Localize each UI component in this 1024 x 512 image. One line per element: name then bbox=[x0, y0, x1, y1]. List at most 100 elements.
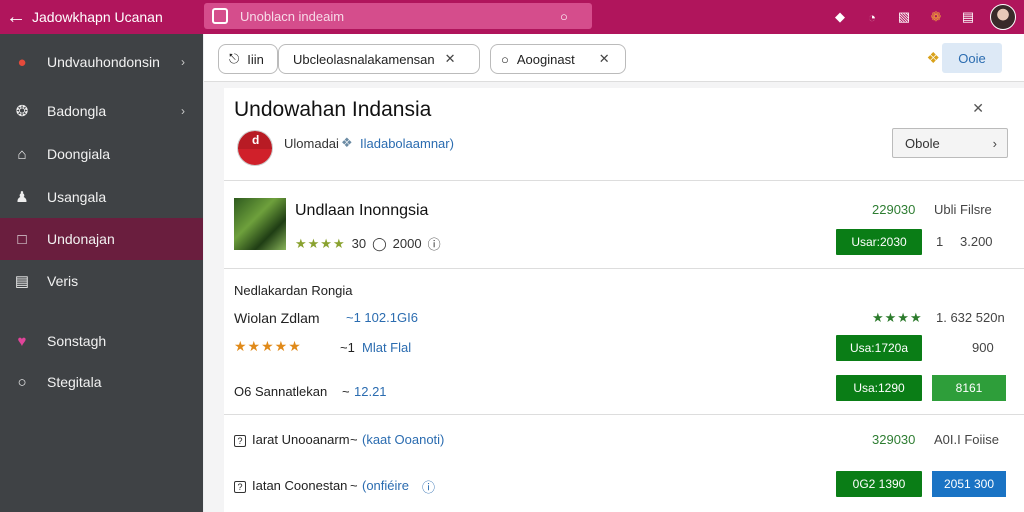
filter-chip-value: Ubcleolasnalakamensan bbox=[293, 51, 435, 67]
chrome-logo-icon: ● bbox=[17, 53, 27, 71]
tag-icon[interactable]: ◆ bbox=[830, 7, 850, 27]
offer-row-4-price: 329030 bbox=[872, 432, 916, 447]
offer-row-3-sep: ~ bbox=[342, 384, 350, 399]
done-button[interactable]: Ooie bbox=[942, 43, 1002, 73]
buy-button[interactable]: Usar:2030 bbox=[836, 229, 922, 255]
chevron-right-icon: › bbox=[992, 135, 997, 151]
sidebar-item-label: Sonstagh bbox=[47, 333, 107, 349]
sidebar-item-0[interactable]: ● Undvauhondonsin › bbox=[0, 41, 203, 83]
filter-chip-value: Aooginast bbox=[516, 51, 575, 67]
offer-row-2-stars: ★★★★★ bbox=[234, 338, 302, 354]
sidebar-item-1[interactable]: ❂ Badongla › bbox=[0, 90, 203, 132]
shield-icon: ◯ bbox=[372, 235, 387, 251]
open-button-label: Obole bbox=[905, 135, 940, 151]
sidebar-item-5[interactable]: ▤ Veris bbox=[0, 260, 203, 302]
info-icon[interactable]: ⓘ bbox=[422, 477, 435, 496]
offer-row-1-name: Wiolan Zdlam bbox=[234, 310, 320, 326]
divider bbox=[224, 180, 1024, 181]
offer-row-4: ? Iarat Unooanarm bbox=[234, 432, 350, 447]
offer-row-3-secondary-button[interactable]: 8161 bbox=[932, 375, 1006, 401]
search-bar[interactable]: ○ bbox=[204, 3, 592, 29]
document-icon[interactable]: ▤ bbox=[958, 7, 978, 27]
search-input[interactable] bbox=[240, 8, 560, 24]
sidebar: ● Undvauhondonsin › ❂ Badongla › ⌂ Doong… bbox=[0, 34, 203, 512]
sidebar-item-6[interactable]: ♥ Sonstagh bbox=[0, 320, 203, 362]
offer-row-4-value: A0I.I Foiise bbox=[934, 432, 1000, 447]
rating-count: 30 bbox=[351, 236, 367, 251]
card-icon: ▤ bbox=[14, 273, 30, 290]
offer-row-4-name: Iarat Unooanarm bbox=[252, 432, 350, 447]
divider bbox=[224, 414, 1024, 415]
mic-icon[interactable]: ○ bbox=[560, 9, 568, 24]
offers-header: Nedlakardan Rongia bbox=[234, 283, 353, 298]
brand-logo bbox=[237, 130, 273, 166]
sidebar-item-label: Usangala bbox=[47, 189, 107, 205]
rating-stars: ★★★★ bbox=[295, 235, 346, 251]
rating-extra: 2000 bbox=[392, 236, 422, 251]
app-title: Jadowkhapn Ucanan bbox=[32, 9, 163, 25]
sidebar-item-7[interactable]: ○ Stegitala bbox=[0, 361, 203, 403]
quantity-value: 3.200 bbox=[960, 234, 993, 249]
product-meta: ★★★★ 30 ◯ 2000 ⓘ bbox=[295, 234, 441, 253]
info-icon[interactable]: ⓘ bbox=[428, 234, 441, 253]
product-panel: Undowahan Indansia ✕ Ulomadai ❖ Iladabol… bbox=[224, 88, 1024, 512]
close-icon[interactable]: ✕ bbox=[445, 51, 456, 67]
sidebar-item-4[interactable]: □ Undonajan bbox=[0, 218, 203, 260]
document-icon: ? bbox=[234, 481, 246, 493]
diamond-icon: ❖ bbox=[341, 135, 353, 150]
divider bbox=[224, 268, 1024, 269]
price-label: Ubli Filsre bbox=[934, 202, 992, 217]
page-title: Undowahan Indansia bbox=[234, 98, 432, 121]
offer-row-5-link[interactable]: (onfiéire bbox=[362, 478, 409, 493]
feather-icon: ❂ bbox=[15, 103, 29, 120]
offer-row-2-buy-button[interactable]: Usa:1720a bbox=[836, 335, 922, 361]
filter-chip-1[interactable]: ⎋ Iiin bbox=[218, 44, 278, 74]
clock-icon[interactable]: ◔ bbox=[862, 7, 882, 27]
offer-row-5-name: Iatan Coonestan bbox=[252, 478, 348, 493]
offer-row-1-stars: ★★★★ bbox=[872, 310, 923, 325]
sidebar-item-3[interactable]: ♟ Usangala bbox=[0, 176, 203, 218]
offer-row-3-link[interactable]: 12.21 bbox=[354, 384, 387, 399]
key-icon[interactable]: ❖ bbox=[927, 49, 940, 67]
offer-row-3-buy-button[interactable]: Usa:1290 bbox=[836, 375, 922, 401]
home-icon: ⌂ bbox=[17, 145, 27, 163]
filter-chip-2[interactable]: Ubcleolasnalakamensan ✕ bbox=[278, 44, 480, 74]
sidebar-item-label: Stegitala bbox=[47, 374, 102, 390]
offer-row-4-sep: ~ bbox=[350, 432, 358, 447]
product-image bbox=[234, 198, 286, 250]
sidebar-item-label: Undonajan bbox=[47, 231, 115, 247]
quantity-number: 1 bbox=[936, 234, 944, 249]
square-icon: □ bbox=[17, 230, 27, 248]
open-button[interactable]: Obole › bbox=[892, 128, 1008, 158]
offer-row-5-buy-button[interactable]: 0G2 1390 bbox=[836, 471, 922, 497]
avatar[interactable] bbox=[990, 4, 1016, 30]
top-icons: ◆ ◔ ▧ ❁ ▤ bbox=[830, 4, 1016, 30]
offer-row-3-name: O6 Sannatlekan bbox=[234, 384, 328, 399]
offer-row-1-link[interactable]: ~1 102.1GI6 bbox=[346, 310, 418, 325]
product-title: Undlaan Inonngsia bbox=[295, 202, 429, 219]
filter-chip-label: Iiin bbox=[247, 51, 264, 67]
card-icon[interactable]: ▧ bbox=[894, 7, 914, 27]
offer-row-5-secondary-button[interactable]: 2051 300 bbox=[932, 471, 1006, 497]
circle-icon: ○ bbox=[17, 373, 27, 391]
offer-row-2-link[interactable]: Mlat Flal bbox=[362, 340, 411, 355]
extension-icon[interactable]: ❁ bbox=[926, 7, 946, 27]
link-icon: ⎋ bbox=[229, 51, 240, 66]
subtitle-link[interactable]: Iladabolaamnar) bbox=[360, 136, 454, 151]
heart-icon: ♥ bbox=[17, 332, 27, 350]
chevron-right-icon: › bbox=[181, 55, 185, 69]
filter-chip-3[interactable]: ○ Aooginast ✕ bbox=[490, 44, 626, 74]
sidebar-item-label: Badongla bbox=[47, 103, 107, 119]
offer-row-4-link[interactable]: (kaat Ooanoti) bbox=[362, 432, 444, 447]
offer-row-2-num: ~1 bbox=[340, 340, 355, 355]
sidebar-item-2[interactable]: ⌂ Doongiala bbox=[0, 133, 203, 175]
chevron-right-icon: › bbox=[181, 104, 185, 118]
filter-toolbar: ⎋ Iiin Ubcleolasnalakamensan ✕ ○ Aoogina… bbox=[204, 34, 1024, 82]
sidebar-item-label: Doongiala bbox=[47, 146, 111, 162]
product-price: 229030 bbox=[872, 202, 916, 217]
tab-icon bbox=[212, 8, 228, 24]
close-icon[interactable]: ✕ bbox=[599, 51, 610, 67]
back-arrow-icon[interactable]: ← bbox=[0, 0, 32, 34]
subtitle-left: Ulomadai bbox=[284, 136, 339, 151]
close-icon[interactable]: ✕ bbox=[972, 100, 984, 117]
